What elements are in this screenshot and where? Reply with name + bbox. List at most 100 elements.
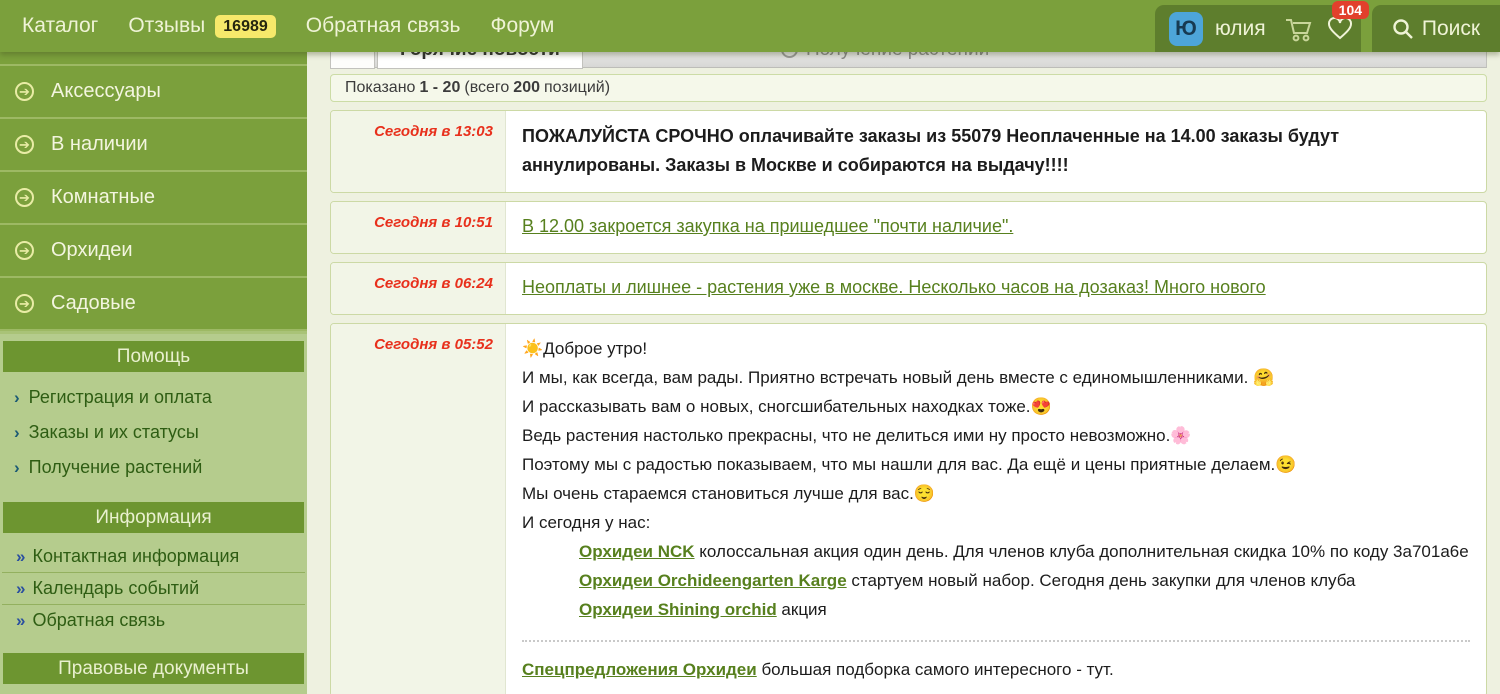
news-item-0: Сегодня в 13:03 ПОЖАЛУЙСТА СРОЧНО оплачив… — [330, 110, 1487, 193]
sidebar: ➔Аксессуары➔В наличии➔Комнатные➔Орхидеи➔… — [0, 52, 307, 694]
cart-button[interactable] — [1284, 16, 1314, 42]
summary-total: 200 — [513, 79, 540, 97]
news-timestamp: Сегодня в 10:51 — [331, 202, 506, 253]
news-body: В 12.00 закроется закупка на пришедшее "… — [506, 202, 1486, 253]
sidebar-link-label: Заказы и их статусы — [29, 422, 199, 443]
sidebar-link[interactable]: »Контактная информация — [2, 541, 305, 573]
sidebar-link[interactable]: » Календарь событий — [2, 573, 305, 605]
sidebar-link-label: Регистрация и оплата — [29, 387, 212, 408]
news-line: Спецпредложения Орхидеи большая подборка… — [522, 655, 1470, 684]
news-inline-link[interactable]: Спецпредложения Орхидеи — [522, 660, 757, 679]
news-timestamp: Сегодня в 06:24 — [331, 263, 506, 314]
section-links: ›Регистрация и оплата › Заказы и их статус… — [0, 372, 307, 495]
sidebar-link-label: Обратная связь — [32, 610, 165, 631]
arrow-circle-icon: ➔ — [15, 241, 34, 260]
heart-icon — [1326, 17, 1354, 41]
nav-item-label: Форум — [491, 14, 555, 38]
sidebar-link[interactable]: ›Регистрация и оплата — [0, 380, 307, 415]
user-avatar: Ю — [1169, 12, 1203, 46]
nav-item-1[interactable]: Отзывы16989 — [128, 14, 275, 38]
news-text: колоссальная акция один день. Для членов… — [695, 542, 1469, 561]
news-body: ПОЖАЛУЙСТА СРОЧНО оплачивайте заказы из … — [506, 111, 1486, 192]
sidebar-item-label: Садовые — [51, 292, 136, 315]
sidebar-link-label: Контактная информация — [32, 546, 239, 567]
user-panel[interactable]: Ю юлия 104 — [1155, 5, 1361, 52]
arrow-circle-icon: ➔ — [15, 82, 34, 101]
news-line: Мы очень стараемся становиться лучше для… — [522, 479, 1470, 508]
news-text: акция — [777, 600, 827, 619]
summary-range: 1 - 20 — [419, 79, 460, 97]
nav-item-label: Каталог — [22, 14, 98, 38]
sidebar-item-3[interactable]: ➔Орхидеи — [0, 223, 307, 276]
sidebar-item-0[interactable]: ➔ Аксессуары — [0, 64, 307, 117]
search-icon — [1392, 18, 1414, 40]
arrow-circle-icon: ➔ — [15, 188, 34, 207]
news-line: И рассказывать вам о новых, сногсшибател… — [522, 392, 1470, 421]
news-text: большая подборка самого интересного - ту… — [757, 660, 1114, 679]
chevron-right-icon: » — [16, 579, 23, 599]
favorites-badge: 104 — [1332, 1, 1369, 19]
sidebar-link-label: Календарь событий — [32, 578, 199, 599]
news-inline-link[interactable]: Орхидеи NCK — [579, 542, 695, 561]
news-item-3: Сегодня в 05:52 ☀️Доброе утро! И мы, как в… — [330, 323, 1487, 694]
search-button[interactable]: Поиск — [1372, 5, 1500, 52]
main-content: Горячие новостиПолучение растений Показа… — [307, 0, 1500, 694]
news-text: И мы, как всегда, вам рады. Приятно встр… — [522, 368, 1274, 387]
cart-icon — [1284, 16, 1314, 42]
news-line: Поэтому мы с радостью показываем, что мы… — [522, 450, 1470, 479]
news-line: Ведь растения настолько прекрасны, что н… — [522, 421, 1470, 450]
news-line: Орхидеи NCK колоссальная акция один день… — [522, 537, 1470, 566]
nav-item-label: Обратная связь — [306, 14, 461, 38]
sidebar-link[interactable]: » Обратная связь — [2, 605, 305, 636]
news-inline-link[interactable]: Орхидеи Shining orchid — [579, 600, 777, 619]
nav-item-3[interactable]: Форум — [491, 14, 555, 38]
user-name: юлия — [1215, 17, 1266, 41]
news-text: Ведь растения настолько прекрасны, что н… — [522, 426, 1192, 445]
chevron-right-icon: » — [16, 611, 23, 631]
news-text: Мы очень стараемся становиться лучше для… — [522, 484, 935, 503]
news-line: И сегодня у нас: — [522, 508, 1470, 537]
news-item-1: Сегодня в 10:51 В 12.00 закроется закупка… — [330, 201, 1487, 254]
search-label: Поиск — [1422, 17, 1480, 41]
news-item-2: Сегодня в 06:24 Неоплаты и лишнее - расте… — [330, 262, 1487, 315]
sidebar-link[interactable]: ›Получение растений — [0, 450, 307, 485]
news-text: стартуем новый набор. Сегодня день закуп… — [847, 571, 1356, 590]
sidebar-item-label: Аксессуары — [51, 80, 161, 103]
news-link[interactable]: Неоплаты и лишнее - растения уже в москв… — [522, 277, 1266, 297]
nav-item-0[interactable]: Каталог — [22, 14, 98, 38]
sidebar-link-label: Получение растений — [29, 457, 203, 478]
sidebar-item-label: Комнатные — [51, 186, 155, 209]
summary-middle: (всего — [464, 79, 509, 97]
sidebar-link[interactable]: › Заказы и их статусы — [0, 415, 307, 450]
sidebar-menu-bottom — [0, 329, 307, 334]
favorites-button[interactable]: 104 — [1326, 17, 1354, 41]
chevron-right-icon: › — [14, 423, 20, 443]
section-links: »Контактная информация»Календарь событий… — [0, 533, 307, 646]
sidebar-item-1[interactable]: ➔В наличии — [0, 117, 307, 170]
news-line: И мы, как всегда, вам рады. Приятно встр… — [522, 363, 1470, 392]
news-text: И сегодня у нас: — [522, 513, 650, 532]
news-line: ☀️Доброе утро! — [522, 334, 1470, 363]
sidebar-item-2[interactable]: ➔ Комнатные — [0, 170, 307, 223]
news-list: Сегодня в 13:03 ПОЖАЛУЙСТА СРОЧНО оплачив… — [330, 110, 1487, 694]
news-inline-link[interactable]: Орхидеи Orchideengarten Karge — [579, 571, 847, 590]
arrow-circle-icon: ➔ — [15, 294, 34, 313]
sidebar-sections: Помощь›Регистрация и оплата›Заказы и их … — [0, 341, 307, 684]
news-line: Орхидеи Shining orchid акция — [522, 595, 1470, 624]
results-summary: Показано 1 - 20 (всего 200 позиций) — [330, 74, 1487, 102]
news-timestamp: Сегодня в 05:52 — [331, 324, 506, 694]
news-body: Неоплаты и лишнее - растения уже в москв… — [506, 263, 1486, 314]
section-header: Правовые документы — [3, 653, 304, 684]
arrow-circle-icon: ➔ — [15, 135, 34, 154]
sidebar-section-0: Помощь›Регистрация и оплата›Заказы и их … — [0, 341, 307, 495]
news-link[interactable]: В 12.00 закроется закупка на пришедшее "… — [522, 216, 1013, 236]
news-text: И рассказывать вам о новых, сногсшибател… — [522, 397, 1052, 416]
news-timestamp: Сегодня в 13:03 — [331, 111, 506, 192]
news-text: ☀️Доброе утро! — [522, 339, 647, 358]
nav-item-label: Отзывы — [128, 14, 205, 38]
sidebar-section-2: Правовые документы — [0, 653, 307, 684]
sidebar-item-4[interactable]: ➔ Садовые — [0, 276, 307, 329]
news-text: ПОЖАЛУЙСТА СРОЧНО оплачивайте заказы из … — [522, 126, 1339, 175]
nav-item-2[interactable]: Обратная связь — [306, 14, 461, 38]
news-text: Поэтому мы с радостью показываем, что мы… — [522, 455, 1296, 474]
